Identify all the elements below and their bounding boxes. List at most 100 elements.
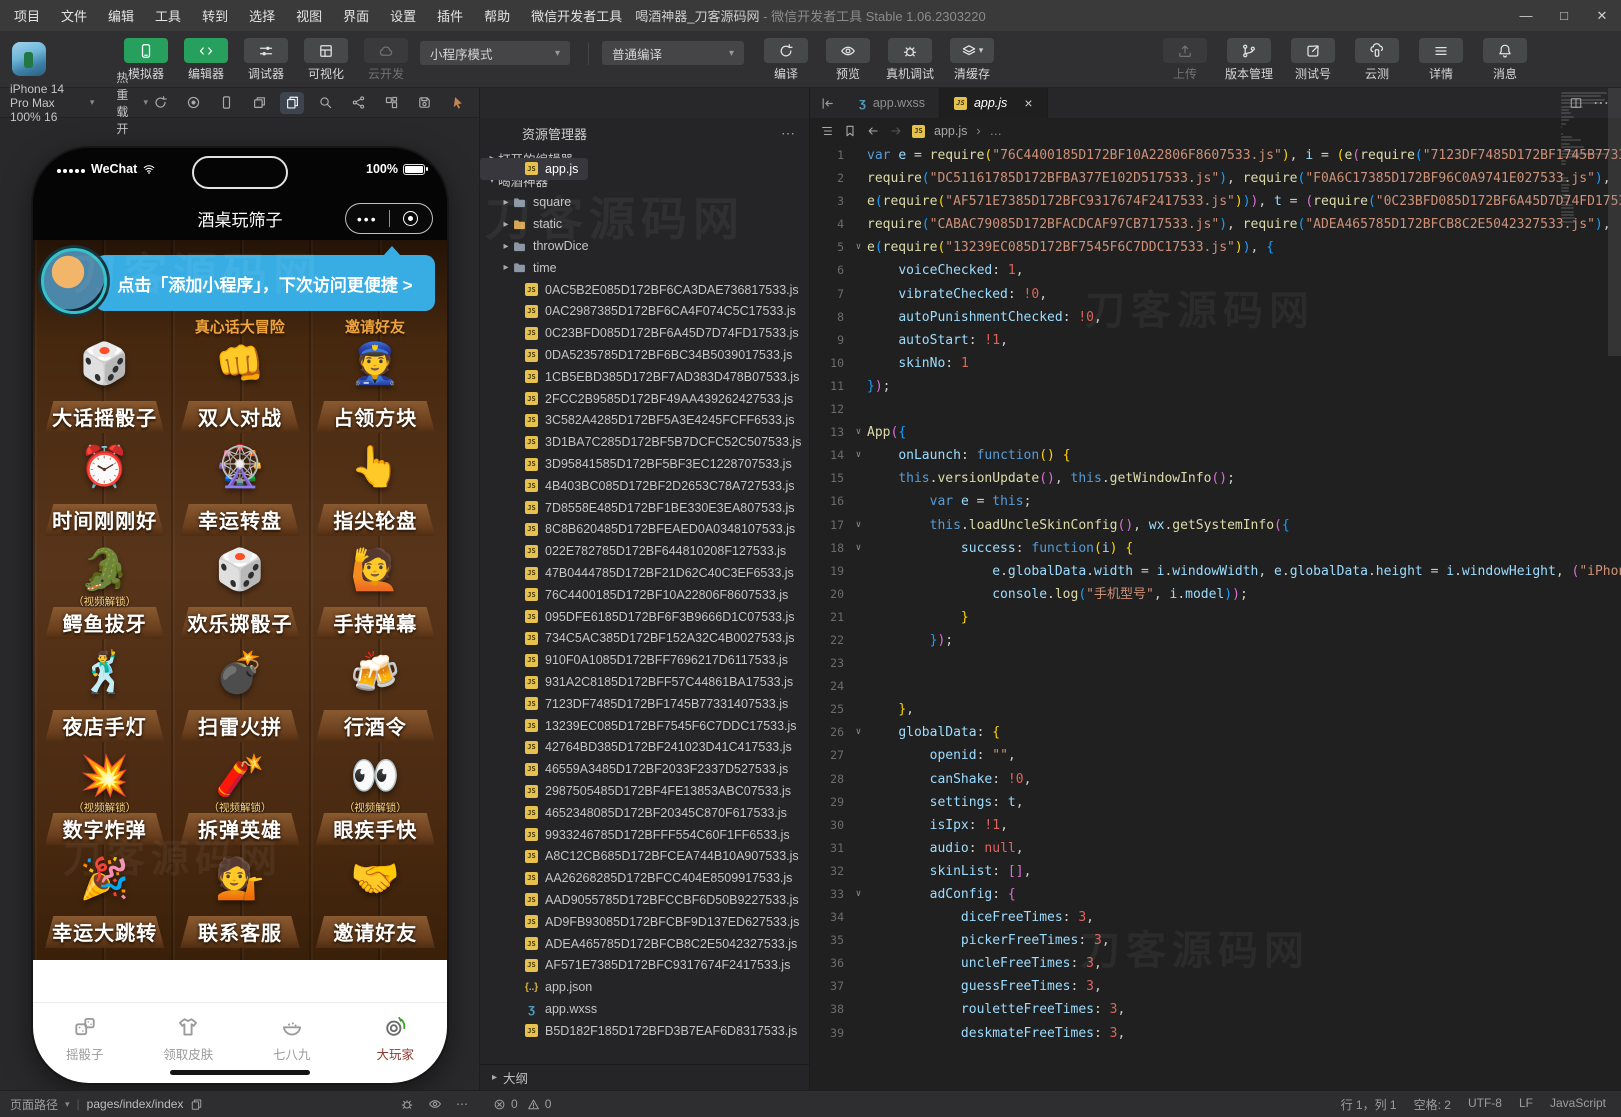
file-item[interactable]: JS7123DF7485D172BF1745B77331407533.js	[480, 693, 809, 715]
fold-icon[interactable]: ∨	[850, 721, 867, 744]
file-item[interactable]: JS0AC2987385D172BF6CA4F074C5C17533.js	[480, 301, 809, 323]
collapse-explorer-icon[interactable]	[810, 88, 845, 118]
file-item[interactable]: JS2FCC2B9585D172BF49AA439262427533.js	[480, 388, 809, 410]
menu-item-工具[interactable]: 工具	[155, 6, 181, 25]
page-path-value[interactable]: pages/index/index	[87, 1097, 184, 1111]
file-item[interactable]: JS0DA5235785D172BF6BC34B5039017533.js	[480, 344, 809, 366]
file-item[interactable]: JS9933246785D172BFFF554C60F1FF6533.js	[480, 824, 809, 846]
more-icon[interactable]: ⋯	[781, 125, 795, 142]
game-欢乐掷骰子[interactable]: 🎲欢乐掷骰子	[172, 544, 307, 647]
file-item[interactable]: JS1CB5EBD385D172BF7AD383D478B07533.js	[480, 366, 809, 388]
minimap[interactable]	[1561, 92, 1607, 224]
outline-section[interactable]: ▸ 大纲	[480, 1064, 809, 1090]
status-item[interactable]: JavaScript	[1550, 1096, 1606, 1113]
close-target-icon[interactable]	[390, 211, 433, 226]
folder-static[interactable]: ▸static	[480, 213, 809, 235]
fold-icon[interactable]: ∨	[850, 421, 867, 444]
file-item[interactable]: JS2987505485D172BF4FE13853ABC07533.js	[480, 780, 809, 802]
bookmark-icon[interactable]	[843, 124, 857, 138]
版本管理-button[interactable]: 版本管理	[1221, 38, 1277, 82]
layout-icon[interactable]	[379, 92, 403, 114]
folder-square[interactable]: ▸square	[480, 192, 809, 214]
menu-item-设置[interactable]: 设置	[390, 6, 416, 25]
device-icon[interactable]	[214, 92, 238, 114]
game-指尖轮盘[interactable]: 👆指尖轮盘	[308, 441, 443, 544]
menu-item-项目[interactable]: 项目	[14, 6, 40, 25]
miniapp-capsule[interactable]: •••	[345, 203, 433, 234]
copy-icon[interactable]	[190, 1098, 203, 1111]
file-item[interactable]: JS3D1BA7C285D172BF5B7DCFC52C507533.js	[480, 431, 809, 453]
touch-cursor-icon[interactable]	[445, 92, 469, 114]
menu-item-文件[interactable]: 文件	[61, 6, 87, 25]
mode-select[interactable]: 小程序模式▾	[420, 41, 570, 65]
game-幸运大跳转[interactable]: 🎉幸运大跳转	[37, 853, 172, 956]
tab-领取皮肤[interactable]: 领取皮肤	[137, 1015, 241, 1063]
game-时间刚刚好[interactable]: ⏰时间刚刚好	[37, 441, 172, 544]
file-app.json[interactable]: {..}app.json	[480, 976, 809, 998]
game-幸运转盘[interactable]: 🎡幸运转盘	[172, 441, 307, 544]
editor-tab-app.wxss[interactable]: ʒapp.wxss	[845, 88, 940, 118]
breadcrumb-file[interactable]: app.js	[934, 124, 967, 138]
editor-tab-app.js[interactable]: JSapp.js×	[940, 88, 1048, 118]
file-item[interactable]: JS4652348085D172BF20345C870F617533.js	[480, 802, 809, 824]
menu-item-选择[interactable]: 选择	[249, 6, 275, 25]
close-icon[interactable]: ×	[1024, 95, 1032, 111]
fold-icon[interactable]: ∨	[850, 236, 867, 259]
file-item[interactable]: JS095DFE6185D172BF6F3B9666D1C07533.js	[480, 606, 809, 628]
eye-icon[interactable]	[428, 1097, 442, 1111]
status-item[interactable]: 空格: 2	[1414, 1096, 1451, 1113]
file-item[interactable]: JS4B403BC085D172BF2D2653C78A727533.js	[480, 475, 809, 497]
save-icon[interactable]	[412, 92, 436, 114]
file-item[interactable]: JS0AC5B2E085D172BF6CA3DAE736817533.js	[480, 279, 809, 301]
game-拆弹英雄[interactable]: 🧨（视频解锁）拆弹英雄	[172, 750, 307, 853]
file-B5D182F185D172BFD3B7EAF6D8317533.js[interactable]: JSB5D182F185D172BFD3B7EAF6D8317533.js	[480, 1020, 809, 1042]
详情-button[interactable]: 详情	[1413, 38, 1469, 82]
files-icon[interactable]	[280, 92, 304, 114]
tab-摇骰子[interactable]: 摇骰子	[33, 1015, 137, 1063]
file-item[interactable]: JSA8C12CB685D172BFCEA744B10A907533.js	[480, 846, 809, 868]
game-鳄鱼拔牙[interactable]: 🐊（视频解锁）鳄鱼拔牙	[37, 544, 172, 647]
fold-icon[interactable]: ∨	[850, 537, 867, 560]
可视化-button[interactable]: 可视化	[298, 38, 354, 82]
file-item[interactable]: JS022E782785D172BF644810208F127533.js	[480, 540, 809, 562]
close-button[interactable]: ✕	[1583, 8, 1621, 24]
game-夜店手灯[interactable]: 🕺夜店手灯	[37, 647, 172, 750]
game-占领方块[interactable]: 👮占领方块	[308, 338, 443, 441]
game-眼疾手快[interactable]: 👀（视频解锁）眼疾手快	[308, 750, 443, 853]
file-item[interactable]: JSAF571E7385D172BFC9317674F2417533.js	[480, 954, 809, 976]
云测-button[interactable]: 云测	[1349, 38, 1405, 82]
folder-time[interactable]: ▸time	[480, 257, 809, 279]
编译-button[interactable]: 编译	[758, 38, 814, 82]
menu-item-界面[interactable]: 界面	[343, 6, 369, 25]
file-app.js[interactable]: JSapp.js	[480, 158, 588, 180]
maximize-button[interactable]: □	[1545, 8, 1583, 23]
game-双人对战[interactable]: 👊双人对战	[172, 338, 307, 441]
file-item[interactable]: JS47B0444785D172BF21D62C40C3EF6533.js	[480, 562, 809, 584]
minimize-button[interactable]: —	[1507, 8, 1545, 23]
file-item[interactable]: JS8C8B620485D172BFEAED0A0348107533.js	[480, 519, 809, 541]
compile-mode-select[interactable]: 普通编译▾	[602, 41, 744, 65]
file-item[interactable]: JS7D8558E485D172BF1BE330E3EA807533.js	[480, 497, 809, 519]
file-item[interactable]: JS46559A3485D172BF2033F2337D527533.js	[480, 758, 809, 780]
status-item[interactable]: 行 1，列 1	[1341, 1096, 1397, 1113]
record-icon[interactable]	[181, 92, 205, 114]
fold-icon[interactable]: ∨	[850, 444, 867, 467]
back-icon[interactable]	[866, 124, 880, 138]
file-item[interactable]: JS76C4400185D172BF10A22806F8607533.js	[480, 584, 809, 606]
bug-icon[interactable]	[400, 1097, 414, 1111]
game-数字炸弹[interactable]: 💥（视频解锁）数字炸弹	[37, 750, 172, 853]
file-item[interactable]: JSAD9FB93085D172BFCBF9D137ED627533.js	[480, 911, 809, 933]
more-icon[interactable]: ⋯	[456, 1097, 468, 1111]
user-avatar[interactable]	[12, 42, 46, 76]
file-item[interactable]: JS0C23BFD085D172BF6A45D7D74FD17533.js	[480, 322, 809, 344]
hot-reload-toggle[interactable]: 热重载 开▾	[116, 69, 148, 137]
game-扫雷火拼[interactable]: 💣扫雷火拼	[172, 647, 307, 750]
file-item[interactable]: JS42764BD385D172BF241023D41C417533.js	[480, 737, 809, 759]
editor-scrollbar[interactable]	[1608, 88, 1621, 356]
game-行酒令[interactable]: 🍻行酒令	[308, 647, 443, 750]
编辑器-button[interactable]: 编辑器	[178, 38, 234, 82]
game-手持弹幕[interactable]: 🙋手持弹幕	[308, 544, 443, 647]
device-select[interactable]: iPhone 14 Pro Max 100% 16▾	[10, 82, 94, 124]
status-item[interactable]: LF	[1519, 1096, 1533, 1113]
file-item[interactable]: JS13239EC085D172BF7545F6C7DDC17533.js	[480, 715, 809, 737]
